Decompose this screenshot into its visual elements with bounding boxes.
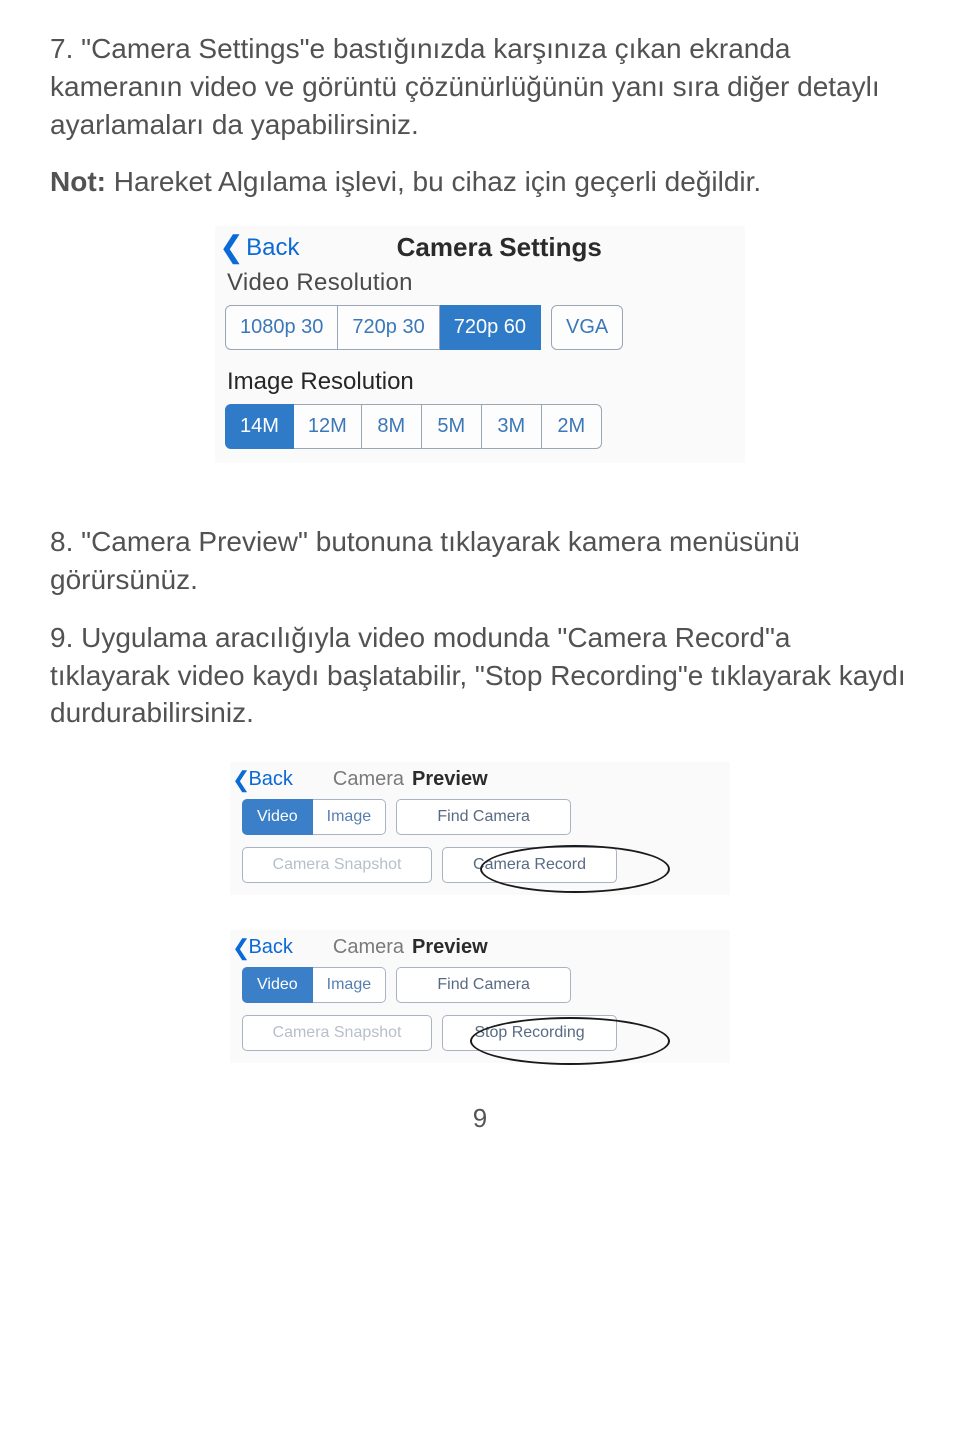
video-resolution-label: Video Resolution [215,265,745,305]
paragraph-9: 9. Uygulama aracılığıyla video modunda "… [50,619,910,732]
screenshot-preview-record: ❮ Back Camera Preview Video Image Find C… [230,762,730,895]
paragraph-8: 8. "Camera Preview" butonuna tıklayarak … [50,523,910,599]
image-resolution-label: Image Resolution [215,364,745,404]
seg-720p30[interactable]: 720p 30 [338,305,439,350]
camera-record-button[interactable]: Camera Record [442,847,617,883]
mode-tabs: Video Image [242,799,386,835]
note-body: Hareket Algılama işlevi, bu cihaz için g… [106,166,761,197]
title-camera: Camera [333,936,404,959]
preview-header: ❮ Back Camera Preview [230,762,730,793]
paragraph-7: 7. "Camera Settings"e bastığınızda karşı… [50,30,910,143]
seg-1080p30[interactable]: 1080p 30 [225,305,338,350]
seg-5m[interactable]: 5M [422,404,482,449]
page-title: Camera Settings [264,232,736,263]
seg-2m[interactable]: 2M [542,404,602,449]
back-button[interactable]: Back [248,768,292,791]
camera-snapshot-button[interactable]: Camera Snapshot [242,1015,432,1051]
preview-header-2: ❮ Back Camera Preview [230,930,730,961]
chevron-left-icon[interactable]: ❮ [219,233,244,263]
video-resolution-segment: 1080p 30 720p 30 720p 60 VGA [215,305,745,364]
note-line: Not: Hareket Algılama işlevi, bu cihaz i… [50,163,910,201]
seg-14m[interactable]: 14M [225,404,294,449]
title-preview: Preview [412,768,488,791]
seg-12m[interactable]: 12M [294,404,362,449]
camera-snapshot-button[interactable]: Camera Snapshot [242,847,432,883]
tab-image[interactable]: Image [313,799,386,835]
title-camera: Camera [333,768,404,791]
find-camera-button[interactable]: Find Camera [396,967,571,1003]
seg-8m[interactable]: 8M [362,404,422,449]
seg-vga[interactable]: VGA [551,305,623,350]
back-button[interactable]: Back [248,936,292,959]
title-preview: Preview [412,936,488,959]
stop-recording-button[interactable]: Stop Recording [442,1015,617,1051]
mode-tabs: Video Image [242,967,386,1003]
page-number: 9 [50,1103,910,1134]
seg-720p60[interactable]: 720p 60 [440,305,541,350]
tab-image[interactable]: Image [313,967,386,1003]
screenshot-camera-settings: ❮ Back Camera Settings Video Resolution … [215,226,745,463]
tab-video[interactable]: Video [242,799,313,835]
screenshot-preview-stop: ❮ Back Camera Preview Video Image Find C… [230,930,730,1063]
image-resolution-segment: 14M 12M 8M 5M 3M 2M [215,404,745,463]
seg-3m[interactable]: 3M [482,404,542,449]
note-label: Not: [50,166,106,197]
find-camera-button[interactable]: Find Camera [396,799,571,835]
tab-video[interactable]: Video [242,967,313,1003]
